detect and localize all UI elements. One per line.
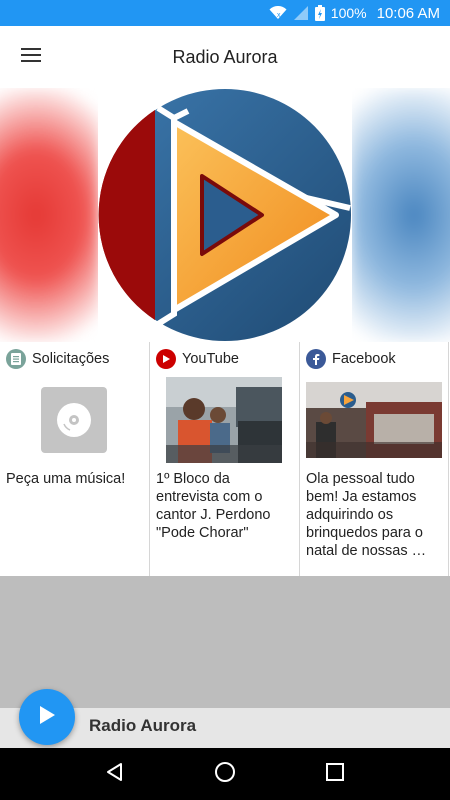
facebook-icon <box>306 349 326 369</box>
hamburger-menu-icon <box>21 47 41 68</box>
svg-text:x: x <box>277 12 281 19</box>
nav-recents-button[interactable] <box>315 754 355 794</box>
clock: 10:06 AM <box>376 4 440 22</box>
play-button[interactable] <box>19 689 75 745</box>
card-text: Peça uma música! <box>6 471 126 487</box>
carousel-prev-slide <box>0 88 100 342</box>
feature-cards: Solicitações Peça uma música! YouTube 1º… <box>0 342 450 576</box>
wifi-icon: x <box>269 6 287 20</box>
status-bar: x 100% 10:06 AM <box>0 0 450 26</box>
card-title: Facebook <box>332 351 396 367</box>
card-title: YouTube <box>182 351 239 367</box>
card-facebook[interactable]: Facebook Ola pessoal tudo bem! Ja estamo… <box>300 342 449 576</box>
menu-button[interactable] <box>0 26 62 88</box>
app-bar: Radio Aurora <box>0 26 450 88</box>
radio-aurora-logo <box>98 88 352 342</box>
page-title: Radio Aurora <box>172 46 278 67</box>
carousel-next-slide <box>350 88 450 342</box>
card-text: Ola pessoal tudo bem! Ja estamos adquiri… <box>306 471 427 559</box>
home-icon <box>214 761 236 788</box>
nav-home-button[interactable] <box>205 754 245 794</box>
card-youtube[interactable]: YouTube 1º Bloco da entrevista com o can… <box>150 342 300 576</box>
document-icon <box>6 349 26 369</box>
back-icon <box>105 762 125 787</box>
battery-charging-icon <box>314 5 325 21</box>
player-title: Radio Aurora <box>89 716 197 735</box>
card-title: Solicitações <box>32 351 110 367</box>
card-text: 1º Bloco da entrevista com o cantor J. P… <box>156 471 271 541</box>
battery-level: 100% <box>330 5 367 21</box>
youtube-icon <box>156 349 176 369</box>
facebook-post-image <box>306 382 442 458</box>
hero-carousel[interactable] <box>0 88 450 342</box>
youtube-thumbnail <box>166 377 282 463</box>
disc-icon <box>41 387 107 453</box>
recents-icon <box>326 762 344 786</box>
system-nav-bar <box>0 748 450 800</box>
card-requests[interactable]: Solicitações Peça uma música! <box>0 342 150 576</box>
signal-icon <box>293 6 309 20</box>
play-icon <box>37 704 57 731</box>
nav-back-button[interactable] <box>95 754 135 794</box>
